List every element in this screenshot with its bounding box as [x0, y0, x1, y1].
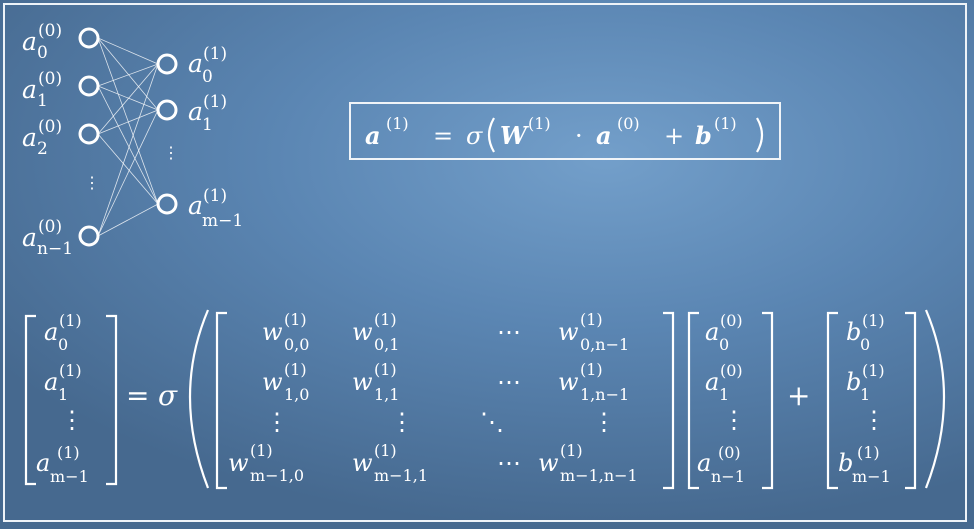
act-vdots: ⋮	[722, 406, 746, 434]
weight-var: w	[262, 318, 283, 346]
weight-sub: m−1,n−1	[560, 466, 638, 485]
big-open-paren	[188, 309, 210, 489]
weight-var: w	[538, 449, 559, 477]
weight-sub: 1,n−1	[580, 385, 629, 404]
bias-right-bracket	[905, 311, 917, 490]
svg-text:0: 0	[58, 335, 68, 354]
weight-sup: (1)	[374, 441, 397, 460]
svg-text:1: 1	[719, 385, 729, 404]
lhs-entry-0: a (1) 0	[44, 311, 82, 354]
svg-text:a: a	[44, 318, 58, 346]
weight-sub: m−1,0	[250, 466, 304, 485]
act-entry-n-1: a (0) n−1	[697, 443, 745, 486]
svg-text:a: a	[44, 368, 58, 396]
svg-text:(1): (1)	[862, 311, 885, 330]
matrix-sigma: σ	[158, 379, 178, 412]
svg-text:a: a	[697, 449, 711, 477]
svg-text:a: a	[705, 368, 719, 396]
bias-vdots: ⋮	[862, 406, 886, 434]
lhs-vdots: ⋮	[60, 406, 84, 434]
svg-text:(1): (1)	[57, 443, 80, 462]
weight-sup: (1)	[560, 441, 583, 460]
weight-ellipsis: ⋯	[497, 449, 521, 477]
weight-ellipsis: ⋯	[497, 368, 521, 396]
act-entry-0: a (0) 0	[705, 311, 743, 354]
weight-sup: (1)	[374, 310, 397, 329]
weight-sup: (1)	[580, 360, 603, 379]
svg-text:m−1: m−1	[50, 467, 89, 486]
svg-text:n−1: n−1	[711, 467, 745, 486]
lhs-right-bracket	[106, 314, 118, 486]
svg-text:a: a	[705, 318, 719, 346]
weight-var: w	[352, 368, 373, 396]
bias-entry-0: b (1) 0	[846, 311, 885, 354]
weight-sup: (1)	[374, 360, 397, 379]
weight-matrix-entries: w (1)0,0 w (1)0,1 ⋯ w (1)0,n−1w (1)1,0 w (1)1,1 ⋯ w…	[228, 310, 638, 485]
weight-ellipsis: ⋱	[480, 408, 504, 436]
weight-sub: 1,1	[374, 385, 399, 404]
bias-left-bracket	[826, 311, 838, 490]
bias-entry-m-1: b (1) m−1	[838, 443, 891, 486]
weights-left-bracket	[215, 311, 227, 490]
weight-var: w	[352, 318, 373, 346]
weight-ellipsis: ⋮	[390, 408, 414, 436]
big-close-paren	[924, 309, 946, 489]
svg-text:(1): (1)	[59, 361, 82, 380]
weight-sub: m−1,1	[374, 466, 428, 485]
weight-sub: 0,0	[284, 335, 309, 354]
weight-ellipsis: ⋮	[592, 408, 616, 436]
weight-ellipsis: ⋮	[265, 408, 289, 436]
weight-sup: (1)	[284, 360, 307, 379]
weight-var: w	[558, 368, 579, 396]
svg-text:1: 1	[58, 385, 68, 404]
svg-text:(0): (0)	[720, 311, 743, 330]
weight-sub: 0,1	[374, 335, 399, 354]
weight-sup: (1)	[580, 310, 603, 329]
weight-sup: (1)	[250, 441, 273, 460]
bias-entry-1: b (1) 1	[846, 361, 885, 404]
svg-text:1: 1	[860, 385, 870, 404]
svg-text:(1): (1)	[59, 311, 82, 330]
act-right-bracket	[762, 311, 774, 490]
svg-text:m−1: m−1	[852, 467, 891, 486]
lhs-entry-m-1: a (1) m−1	[36, 443, 89, 486]
act-entry-1: a (0) 1	[705, 361, 743, 404]
weight-sub: 1,0	[284, 385, 309, 404]
svg-text:(0): (0)	[718, 443, 741, 462]
weight-var: w	[228, 449, 249, 477]
matrix-equals: =	[126, 379, 149, 412]
svg-text:(1): (1)	[857, 443, 880, 462]
weight-sup: (1)	[284, 310, 307, 329]
svg-text:0: 0	[860, 335, 870, 354]
svg-text:0: 0	[719, 335, 729, 354]
lhs-entry-1: a (1) 1	[44, 361, 82, 404]
lhs-left-bracket	[24, 314, 36, 486]
svg-text:(1): (1)	[862, 361, 885, 380]
matrix-plus: +	[787, 379, 810, 412]
svg-text:a: a	[36, 449, 50, 477]
weight-var: w	[262, 368, 283, 396]
svg-text:(0): (0)	[720, 361, 743, 380]
weight-var: w	[352, 449, 373, 477]
weight-ellipsis: ⋯	[497, 318, 521, 346]
weight-var: w	[558, 318, 579, 346]
weight-sub: 0,n−1	[580, 335, 629, 354]
weights-right-bracket	[663, 311, 675, 490]
matrix-equation: a (1) 0 a (1) 1 ⋮ a (1) m−1 = σ w (1)0,0 w…	[24, 309, 946, 490]
